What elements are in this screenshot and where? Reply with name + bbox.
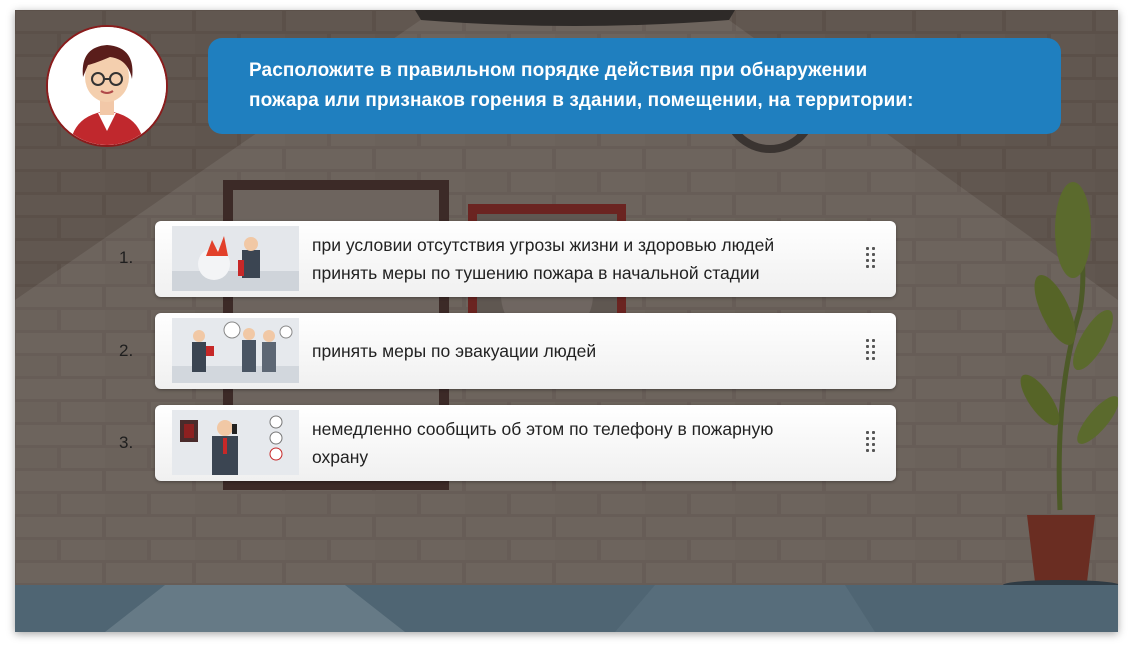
question-line-2: пожара или признаков горения в здании, п… xyxy=(249,90,914,111)
woman-avatar-icon xyxy=(48,27,166,145)
item-text-1: при условии отсутствия угрозы жизни и зд… xyxy=(312,221,832,297)
drag-handle-icon[interactable] xyxy=(866,431,878,455)
item-number-3: 3. xyxy=(119,433,134,452)
drag-handle-icon[interactable] xyxy=(866,247,878,271)
phone-call-icon xyxy=(172,410,299,475)
question-line-1: Расположите в правильном порядке действи… xyxy=(249,60,868,81)
item-2-line-1: принять меры по эвакуации людей xyxy=(312,341,597,361)
item-1-line-2: принять меры по тушению пожара в начальн… xyxy=(312,263,760,283)
item-3-line-1: немедленно сообщить об этом по телефону … xyxy=(312,419,774,439)
question-banner: Расположите в правильном порядке действи… xyxy=(208,38,1061,134)
sortable-item-2[interactable]: принять меры по эвакуации людей xyxy=(155,313,896,389)
item-text-3: немедленно сообщить об этом по телефону … xyxy=(312,405,832,481)
item-number-2: 2. xyxy=(119,341,134,360)
item-3-line-2: охрану xyxy=(312,447,369,467)
sortable-item-1[interactable]: при условии отсутствия угрозы жизни и зд… xyxy=(155,221,896,297)
fire-extinguisher-icon xyxy=(172,226,299,291)
item-text-2: принять меры по эвакуации людей xyxy=(312,313,832,389)
sortable-item-3[interactable]: немедленно сообщить об этом по телефону … xyxy=(155,405,896,481)
item-1-line-1: при условии отсутствия угрозы жизни и зд… xyxy=(312,235,775,255)
question-text: Расположите в правильном порядке действи… xyxy=(249,56,1041,116)
drag-handle-icon[interactable] xyxy=(866,339,878,363)
item-number-1: 1. xyxy=(119,248,134,267)
presenter-avatar xyxy=(46,25,168,147)
quiz-slide: Расположите в правильном порядке действи… xyxy=(15,10,1118,632)
evacuation-icon xyxy=(172,318,299,383)
